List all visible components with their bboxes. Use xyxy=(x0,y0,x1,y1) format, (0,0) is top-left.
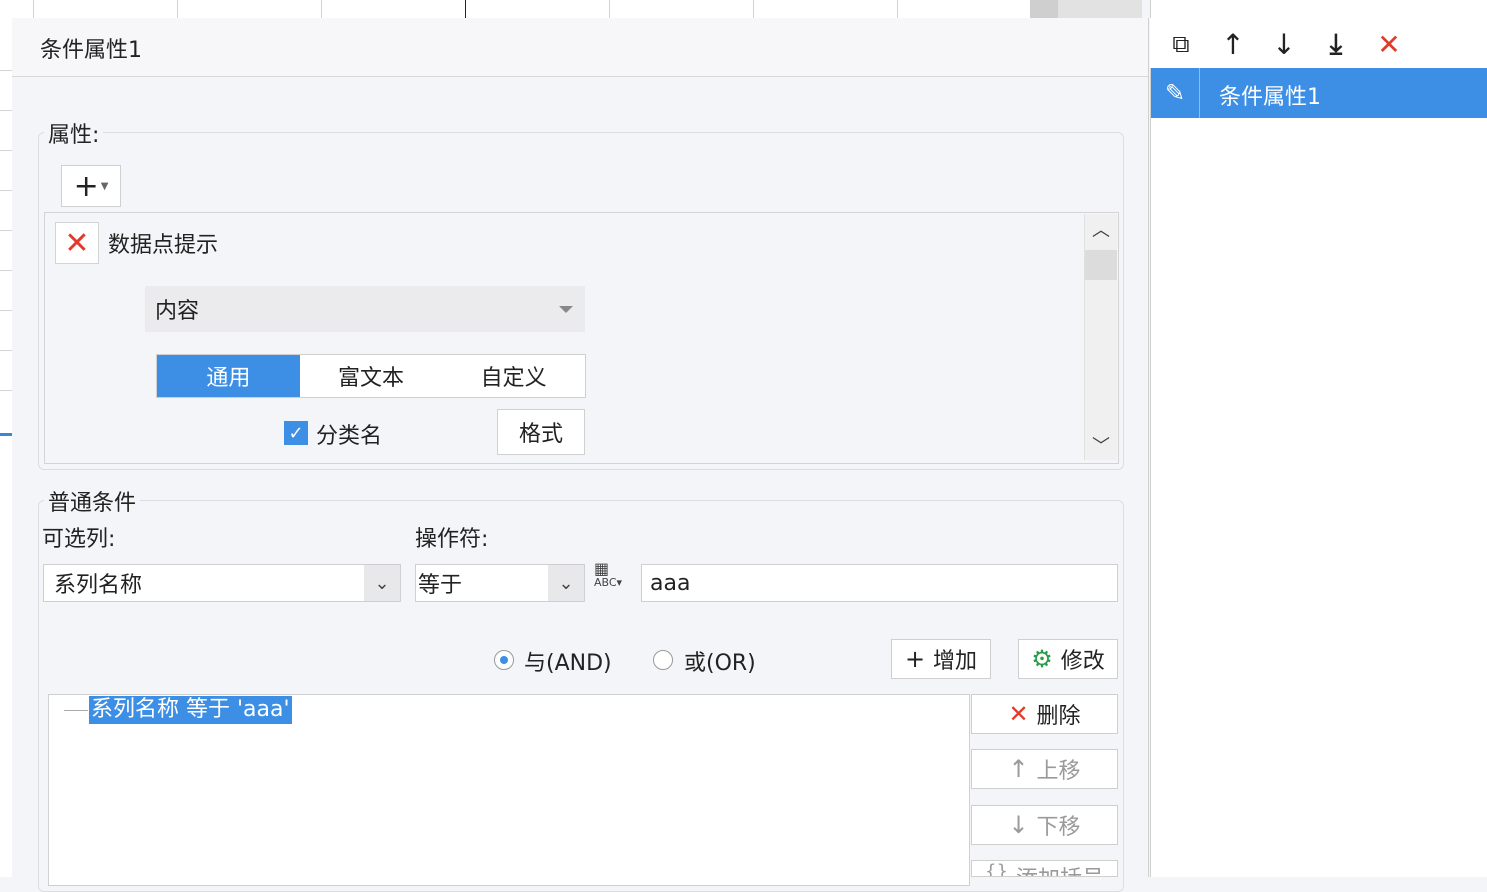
arrow-down-icon[interactable]: ↓ xyxy=(1266,26,1302,62)
property-item-name: 数据点提示 xyxy=(108,233,219,258)
modify-condition-label: 修改 xyxy=(1060,649,1105,674)
category-name-checkbox[interactable]: ✓ xyxy=(284,421,308,445)
dropdown-caret-icon: ▼ xyxy=(100,180,109,192)
delete-icon[interactable]: ✕ xyxy=(1371,26,1407,62)
delete-condition-label: 删除 xyxy=(1036,704,1081,729)
arrow-up-icon[interactable]: ↑ xyxy=(1215,26,1251,62)
condition-list-item-label: 条件属性1 xyxy=(1219,85,1321,110)
pencil-icon[interactable]: ✎ xyxy=(1151,68,1200,118)
tab-custom[interactable]: 自定义 xyxy=(442,355,585,397)
scroll-down-icon[interactable]: ﹀ xyxy=(1085,430,1117,460)
add-condition-button[interactable]: + 增加 xyxy=(891,639,991,679)
content-select[interactable]: 内容 xyxy=(145,286,585,332)
move-up-label: 上移 xyxy=(1036,759,1081,784)
spreadsheet-header-strip xyxy=(0,0,1030,19)
bracket-icon: {} xyxy=(985,861,1008,877)
format-button[interactable]: 格式 xyxy=(497,409,585,455)
condition-tree-item[interactable]: 系列名称 等于 'aaa' xyxy=(89,696,292,724)
value-type-icon[interactable]: ▦ ABC▾ xyxy=(594,561,634,602)
close-icon: ✕ xyxy=(1008,700,1029,728)
scroll-up-icon[interactable]: ︿ xyxy=(1085,214,1117,244)
delete-condition-button[interactable]: ✕ 删除 xyxy=(971,694,1118,734)
gear-icon: ⚙ xyxy=(1031,645,1053,673)
category-name-label: 分类名 xyxy=(316,424,383,449)
spreadsheet-selection-marker xyxy=(0,433,12,436)
column-select-value: 系列名称 xyxy=(54,573,143,598)
delete-property-button[interactable]: ✕ xyxy=(55,222,99,264)
copy-icon[interactable]: ⧉ xyxy=(1163,26,1199,62)
arrow-up-icon: ↑ xyxy=(1008,755,1029,783)
value-input[interactable]: aaa xyxy=(641,564,1118,602)
close-icon: ✕ xyxy=(64,225,90,261)
column-select[interactable]: 系列名称 ⌄ xyxy=(43,564,401,602)
condition-list-item[interactable]: ✎ 条件属性1 xyxy=(1151,68,1487,118)
chevron-down-icon: ⌄ xyxy=(548,565,584,601)
add-bracket-button[interactable]: {} 添加括号 xyxy=(971,860,1118,877)
move-to-bottom-icon[interactable]: ⤓ xyxy=(1318,26,1354,62)
tab-general[interactable]: 通用 xyxy=(157,355,300,397)
modify-condition-button[interactable]: ⚙ 修改 xyxy=(1018,639,1118,679)
add-property-button[interactable]: + ▼ xyxy=(61,165,121,207)
editor-title: 条件属性1 xyxy=(40,38,142,63)
content-select-value: 内容 xyxy=(155,299,200,324)
property-list-scrollbar[interactable]: ︿ ﹀ xyxy=(1084,214,1117,460)
operator-select-value: 等于 xyxy=(418,573,463,598)
check-icon: ✓ xyxy=(288,422,304,444)
move-up-button[interactable]: ↑ 上移 xyxy=(971,749,1118,789)
add-condition-label: 增加 xyxy=(933,649,978,674)
editor-header xyxy=(12,18,1148,77)
plus-icon: + xyxy=(904,645,926,673)
add-bracket-label: 添加括号 xyxy=(1016,861,1104,876)
content-mode-tabs: 通用 富文本 自定义 xyxy=(156,354,586,398)
tab-rich-text[interactable]: 富文本 xyxy=(300,355,443,397)
radio-and-label: 与(AND) xyxy=(524,651,612,676)
chevron-down-icon: ⌄ xyxy=(364,565,400,601)
radio-or-label: 或(OR) xyxy=(684,651,756,676)
arrow-down-icon: ↓ xyxy=(1008,811,1029,839)
move-down-button[interactable]: ↓ 下移 xyxy=(971,805,1118,845)
scrollbar-thumb[interactable] xyxy=(1085,250,1117,280)
operator-select[interactable]: 等于 ⌄ xyxy=(415,564,585,602)
radio-or[interactable] xyxy=(653,650,673,670)
radio-and[interactable] xyxy=(494,650,514,670)
move-down-label: 下移 xyxy=(1036,815,1081,840)
column-label: 可选列: xyxy=(42,527,116,552)
condition-list-panel xyxy=(1150,0,1487,877)
operator-label: 操作符: xyxy=(415,527,489,552)
spreadsheet-toolbar-fragment-dark xyxy=(1030,0,1058,18)
condition-group-label: 普通条件 xyxy=(44,485,141,517)
chevron-down-icon xyxy=(559,306,573,313)
plus-icon: + xyxy=(73,168,99,204)
tree-connector xyxy=(64,710,88,711)
properties-group-label: 属性: xyxy=(44,117,104,149)
